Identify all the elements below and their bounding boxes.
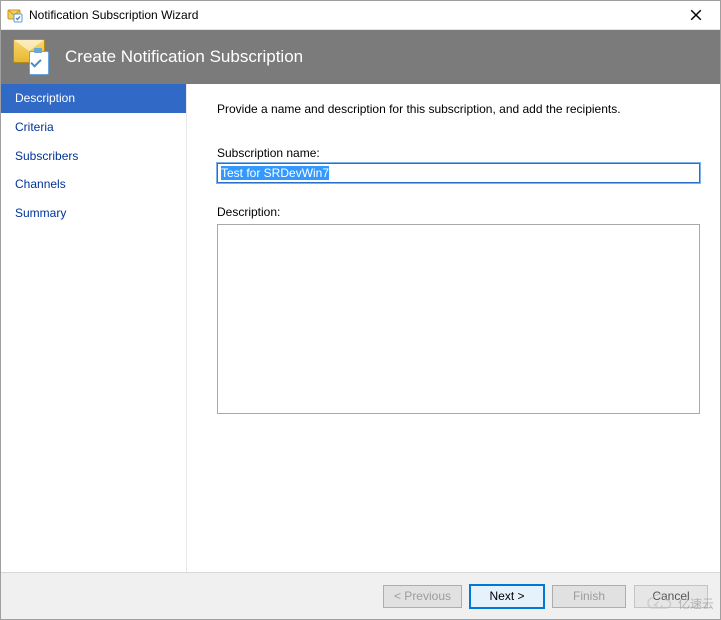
step-criteria[interactable]: Criteria bbox=[1, 113, 186, 142]
subscription-name-value: Test for SRDevWin7 bbox=[221, 166, 329, 180]
next-button[interactable]: Next > bbox=[470, 585, 544, 608]
wizard-body: Description Criteria Subscribers Channel… bbox=[1, 84, 720, 572]
step-label: Channels bbox=[15, 177, 66, 191]
step-description[interactable]: Description bbox=[1, 84, 186, 113]
subscription-name-input[interactable]: Test for SRDevWin7 bbox=[217, 163, 700, 183]
step-channels[interactable]: Channels bbox=[1, 170, 186, 199]
wizard-page-content: Provide a name and description for this … bbox=[187, 84, 720, 572]
previous-button[interactable]: < Previous bbox=[383, 585, 462, 608]
close-icon bbox=[690, 9, 702, 21]
wizard-steps-sidebar: Description Criteria Subscribers Channel… bbox=[1, 84, 187, 572]
description-label: Description: bbox=[217, 205, 700, 219]
page-instruction: Provide a name and description for this … bbox=[217, 102, 700, 116]
step-label: Subscribers bbox=[15, 149, 78, 163]
step-summary[interactable]: Summary bbox=[1, 199, 186, 228]
wizard-header-title: Create Notification Subscription bbox=[65, 47, 303, 67]
step-label: Summary bbox=[15, 206, 66, 220]
wizard-header: Create Notification Subscription bbox=[1, 30, 720, 84]
finish-button[interactable]: Finish bbox=[552, 585, 626, 608]
app-icon bbox=[7, 7, 23, 23]
wizard-window: Notification Subscription Wizard Create … bbox=[0, 0, 721, 620]
step-label: Description bbox=[15, 91, 75, 105]
step-label: Criteria bbox=[15, 120, 54, 134]
wizard-header-icon bbox=[13, 39, 49, 75]
window-title: Notification Subscription Wizard bbox=[29, 8, 674, 22]
subscription-name-label: Subscription name: bbox=[217, 146, 700, 160]
close-button[interactable] bbox=[674, 1, 718, 29]
cancel-button[interactable]: Cancel bbox=[634, 585, 708, 608]
step-subscribers[interactable]: Subscribers bbox=[1, 142, 186, 171]
description-input[interactable] bbox=[217, 224, 700, 414]
titlebar: Notification Subscription Wizard bbox=[1, 1, 720, 30]
wizard-footer: < Previous Next > Finish Cancel 亿速云 bbox=[1, 572, 720, 619]
